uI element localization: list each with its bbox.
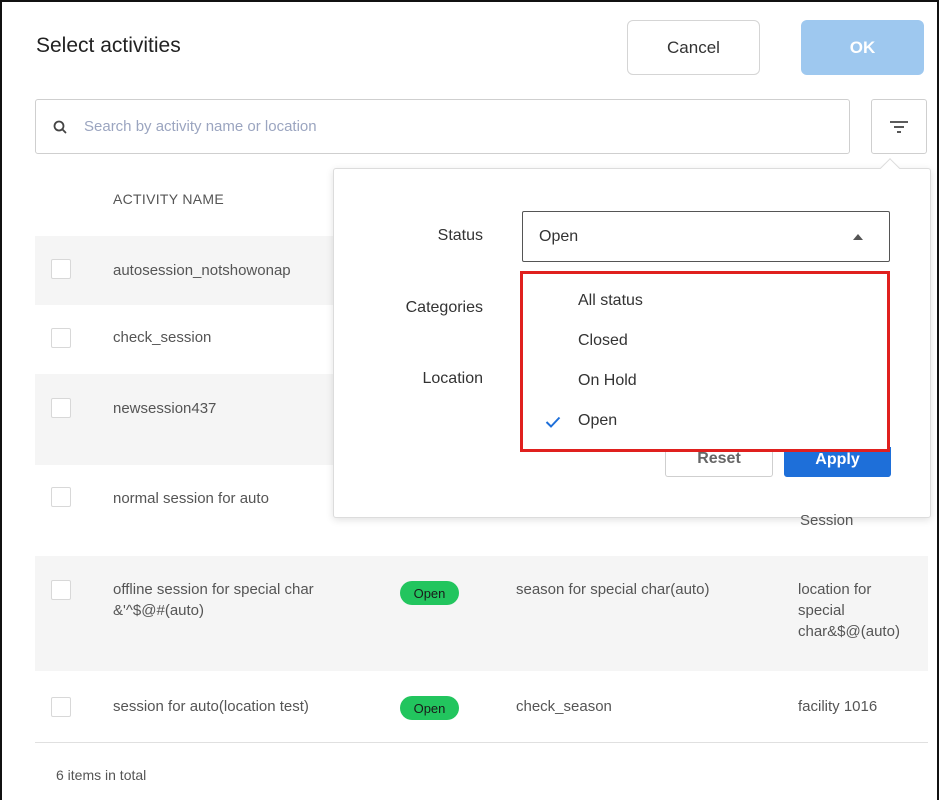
status-option-open[interactable]: Open (578, 412, 617, 430)
ok-button[interactable]: OK (801, 20, 924, 75)
status-badge: Open (400, 696, 459, 720)
status-select-value: Open (539, 227, 579, 245)
dialog-title: Select activities (36, 34, 181, 57)
location-line: location for (798, 581, 872, 598)
total-count: 6 items in total (56, 767, 147, 783)
activity-name-line: &'^$@#(auto) (113, 602, 205, 619)
status-select[interactable]: Open (522, 211, 890, 262)
location-line: char&$@(auto) (798, 623, 900, 640)
location-label: Location (422, 370, 484, 387)
search-box[interactable] (35, 99, 850, 154)
location-name: location for special char&$@(auto) (798, 579, 900, 642)
location-line: special (798, 602, 845, 619)
table-row[interactable]: offline session for special char &'^$@#(… (35, 556, 928, 671)
status-badge: Open (400, 581, 459, 605)
footer-divider (35, 742, 928, 743)
row-checkbox[interactable] (51, 328, 71, 348)
status-dropdown-menu: All status Closed On Hold Open (520, 271, 890, 452)
status-label: Status (437, 227, 483, 244)
activity-name: normal session for auto (113, 490, 269, 507)
activity-name: offline session for special char &'^$@#(… (113, 579, 314, 621)
row-checkbox[interactable] (51, 580, 71, 600)
check-icon (545, 416, 561, 428)
search-input[interactable] (84, 118, 824, 135)
cancel-button[interactable]: Cancel (627, 20, 760, 75)
activity-name: check_session (113, 329, 212, 346)
search-icon (53, 120, 67, 133)
filter-button[interactable] (871, 99, 927, 154)
categories-label: Categories (405, 299, 483, 316)
activity-name-line: offline session for special char (113, 581, 314, 598)
season-name: check_season (516, 698, 612, 715)
location-name: Session (800, 512, 854, 529)
location-name: facility 1016 (798, 698, 878, 715)
season-name: season for special char(auto) (516, 581, 710, 598)
activity-name: session for auto(location test) (113, 698, 309, 715)
status-option-closed[interactable]: Closed (578, 332, 628, 350)
column-header-activity-name[interactable]: ACTIVITY NAME (113, 191, 224, 207)
row-checkbox[interactable] (51, 487, 71, 507)
status-option-all[interactable]: All status (578, 292, 643, 310)
caret-up-icon (853, 234, 863, 240)
activity-name: autosession_notshowonap (113, 262, 291, 279)
row-checkbox[interactable] (51, 398, 71, 418)
row-checkbox[interactable] (51, 697, 71, 717)
activity-name: newsession437 (113, 400, 217, 417)
row-checkbox[interactable] (51, 259, 71, 279)
status-option-on-hold[interactable]: On Hold (578, 372, 637, 390)
table-row[interactable]: session for auto(location test) Open che… (35, 671, 928, 742)
filter-icon (890, 120, 908, 133)
